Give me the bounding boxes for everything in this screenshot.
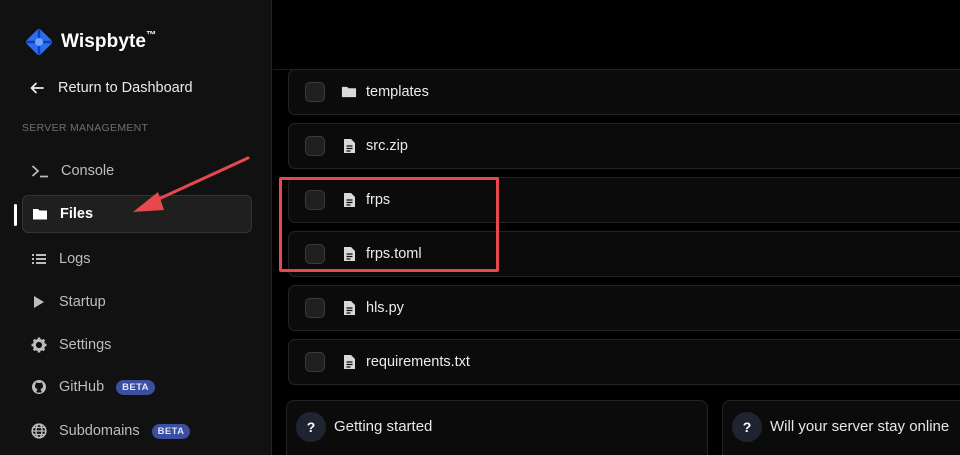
file-icon bbox=[341, 138, 357, 154]
file-name[interactable]: templates bbox=[366, 84, 429, 100]
github-icon bbox=[32, 380, 46, 394]
brand-name: Wispbyte™ bbox=[61, 30, 157, 52]
row-checkbox[interactable] bbox=[305, 352, 325, 372]
globe-icon bbox=[31, 423, 47, 439]
sidebar: Wispbyte™ Return to Dashboard SERVER MAN… bbox=[0, 0, 272, 455]
question-icon: ? bbox=[732, 412, 762, 442]
folder-icon bbox=[341, 84, 357, 100]
wispbyte-logo-icon bbox=[26, 29, 52, 55]
file-name[interactable]: requirements.txt bbox=[366, 354, 470, 370]
folder-icon bbox=[33, 209, 47, 220]
file-row-hls-py[interactable]: hls.py bbox=[288, 285, 960, 331]
return-label: Return to Dashboard bbox=[58, 80, 193, 96]
file-name[interactable]: src.zip bbox=[366, 138, 408, 154]
beta-badge: BETA bbox=[116, 379, 155, 395]
gear-icon bbox=[31, 337, 47, 353]
sidebar-item-console[interactable]: Console bbox=[22, 152, 252, 190]
file-row-frps-toml[interactable]: frps.toml bbox=[288, 231, 960, 277]
sidebar-item-subdomains[interactable]: Subdomains BETA bbox=[22, 412, 252, 450]
file-icon bbox=[341, 192, 357, 208]
sidebar-item-label: Logs bbox=[59, 251, 91, 267]
sidebar-item-label: Subdomains bbox=[59, 423, 140, 439]
return-to-dashboard-link[interactable]: Return to Dashboard bbox=[30, 80, 193, 96]
file-icon bbox=[341, 246, 357, 262]
top-bar bbox=[273, 0, 960, 70]
getting-started-card[interactable]: ? Getting started bbox=[286, 400, 708, 455]
section-label: SERVER MANAGEMENT bbox=[22, 122, 149, 134]
file-row-src-zip[interactable]: src.zip bbox=[288, 123, 960, 169]
card-title: Will your server stay online bbox=[770, 418, 950, 435]
server-online-card[interactable]: ? Will your server stay online bbox=[722, 400, 960, 455]
sidebar-item-files[interactable]: Files bbox=[22, 195, 252, 233]
row-checkbox[interactable] bbox=[305, 136, 325, 156]
file-name[interactable]: hls.py bbox=[366, 300, 404, 316]
sidebar-item-label: Console bbox=[61, 163, 115, 179]
active-indicator bbox=[14, 204, 17, 226]
sidebar-item-github[interactable]: GitHub BETA bbox=[22, 368, 252, 406]
list-icon bbox=[32, 254, 46, 264]
file-icon bbox=[341, 354, 357, 370]
sidebar-item-logs[interactable]: Logs bbox=[22, 240, 252, 278]
play-icon bbox=[34, 296, 44, 308]
beta-badge: BETA bbox=[151, 423, 191, 439]
file-name[interactable]: frps.toml bbox=[366, 246, 422, 262]
row-checkbox[interactable] bbox=[305, 82, 325, 102]
row-checkbox[interactable] bbox=[305, 190, 325, 210]
terminal-icon bbox=[31, 165, 48, 178]
question-icon: ? bbox=[296, 412, 326, 442]
sidebar-item-startup[interactable]: Startup bbox=[22, 283, 252, 321]
row-checkbox[interactable] bbox=[305, 244, 325, 264]
row-checkbox[interactable] bbox=[305, 298, 325, 318]
file-row-requirements-txt[interactable]: requirements.txt bbox=[288, 339, 960, 385]
sidebar-item-label: GitHub bbox=[59, 379, 105, 395]
brand[interactable]: Wispbyte™ bbox=[24, 27, 156, 57]
file-icon bbox=[341, 300, 357, 316]
sidebar-item-label: Startup bbox=[59, 294, 106, 310]
file-name[interactable]: frps bbox=[366, 192, 390, 208]
file-row-templates[interactable]: templates bbox=[288, 69, 960, 115]
sidebar-item-settings[interactable]: Settings bbox=[22, 326, 252, 364]
file-row-frps[interactable]: frps bbox=[288, 177, 960, 223]
arrow-left-icon bbox=[30, 82, 44, 94]
sidebar-item-label: Files bbox=[60, 206, 94, 222]
card-title: Getting started bbox=[334, 418, 433, 435]
sidebar-item-label: Settings bbox=[59, 337, 112, 353]
